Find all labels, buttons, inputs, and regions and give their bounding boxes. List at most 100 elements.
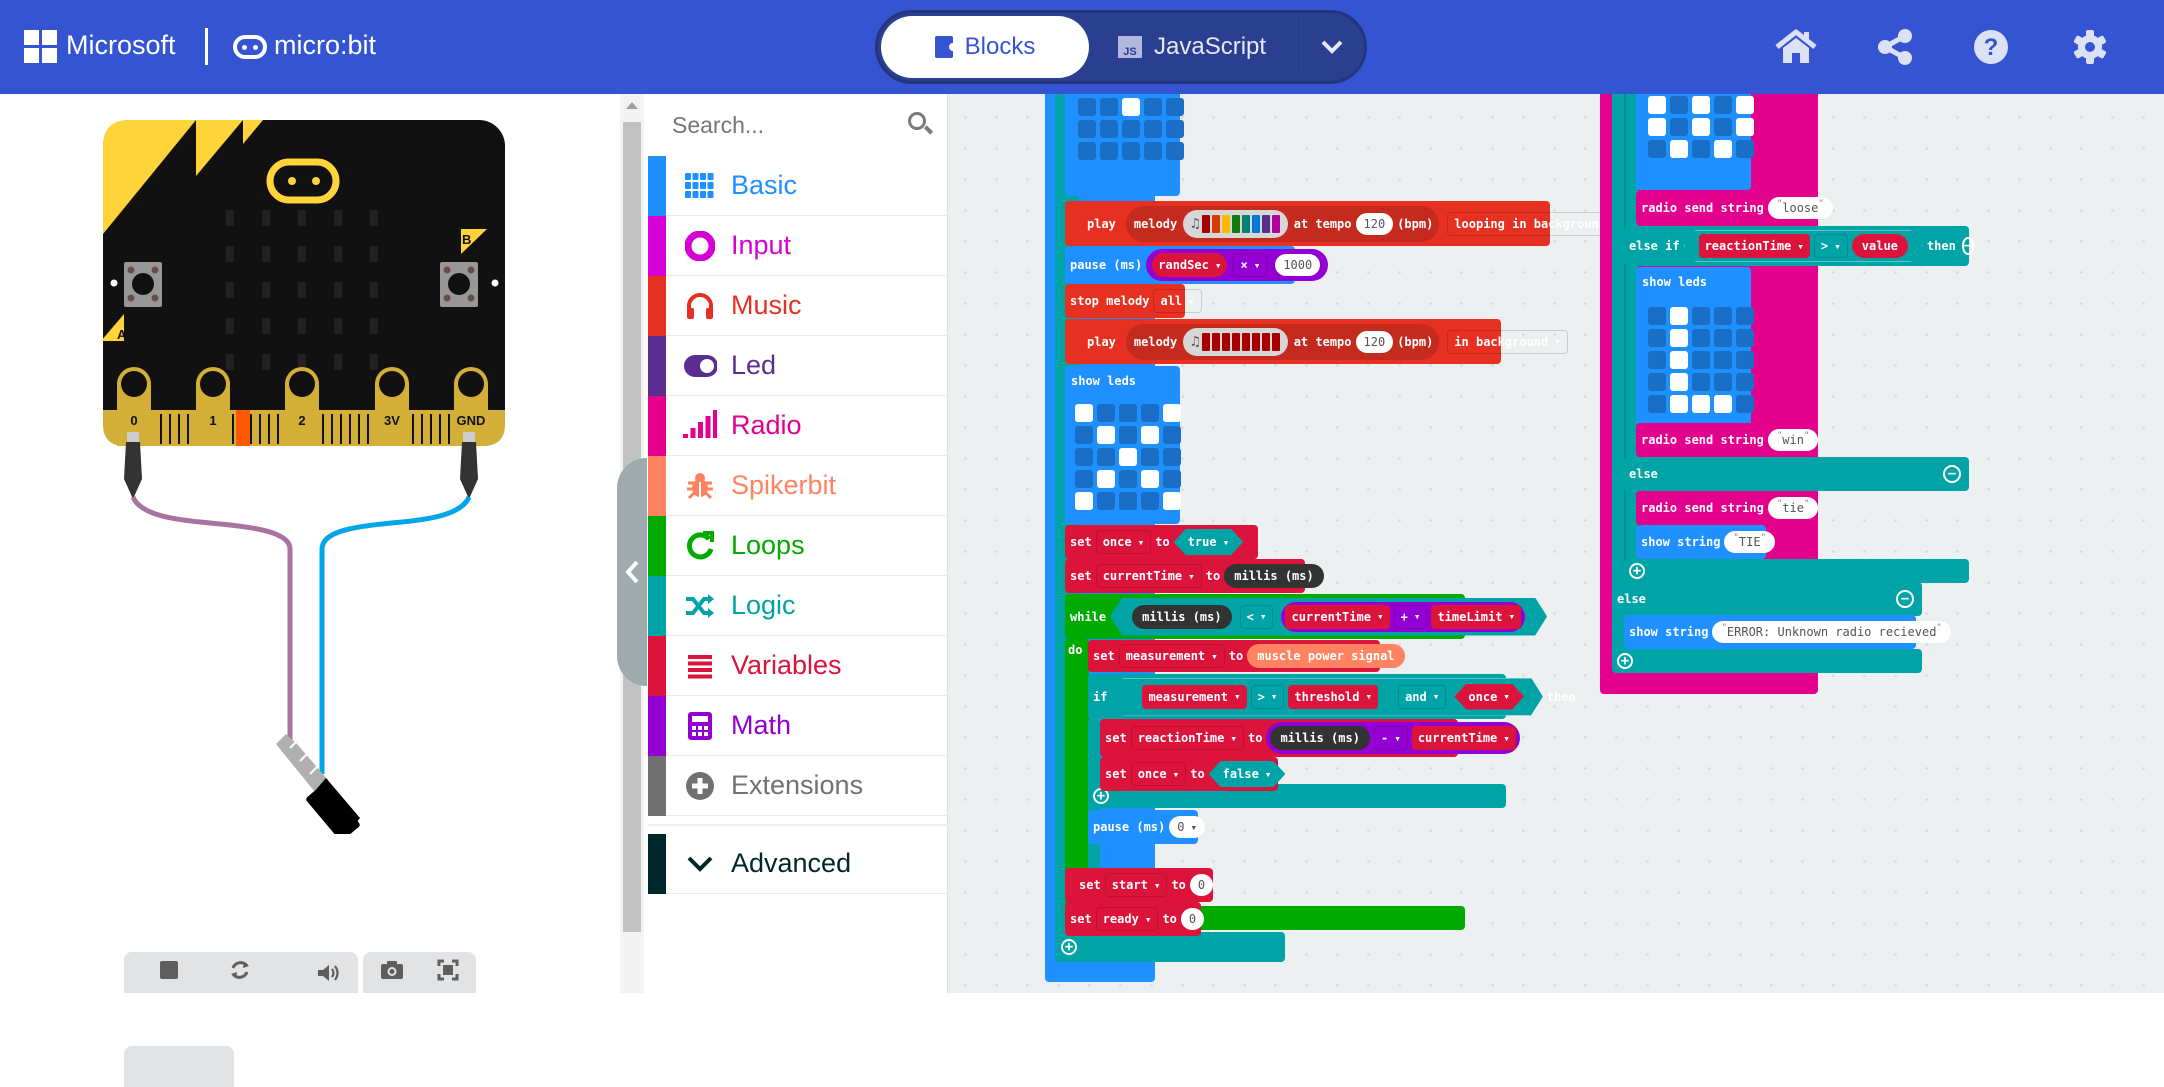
show-string-block[interactable]: show string TIE [1636, 525, 1776, 559]
melody-editor[interactable]: ♫ [1183, 209, 1288, 238]
set-variable-block[interactable]: set measurement to muscle power signal [1088, 640, 1405, 672]
pin-3v[interactable]: 3V [375, 367, 409, 446]
led-toggle[interactable] [1163, 426, 1181, 444]
led-toggle[interactable] [1714, 307, 1732, 325]
category-input[interactable]: Input [648, 216, 948, 276]
led-toggle[interactable] [1119, 448, 1137, 466]
number-input[interactable]: 1000 [1275, 254, 1321, 276]
millis-reporter[interactable]: millis (ms) [1270, 726, 1370, 750]
play-mode-dropdown[interactable]: in background [1447, 329, 1568, 354]
led-toggle[interactable] [1714, 395, 1732, 413]
led-toggle[interactable] [1648, 373, 1666, 391]
variable-dropdown[interactable]: measurement [1118, 644, 1225, 668]
add-branch-icon[interactable]: + [1617, 653, 1633, 669]
millis-reporter[interactable]: millis (ms) [1224, 564, 1324, 588]
led-toggle[interactable] [1119, 492, 1137, 510]
led-toggle[interactable] [1166, 142, 1184, 160]
variable-dropdown[interactable]: once [1130, 762, 1187, 786]
led-toggle[interactable] [1119, 404, 1137, 422]
string-input[interactable]: loose [1767, 197, 1833, 219]
show-leds-block[interactable]: show leds [1636, 267, 1754, 425]
search-icon[interactable] [908, 112, 926, 130]
radio-send-string-block[interactable]: radio send string win [1636, 423, 1819, 457]
number-input[interactable]: 0 [1189, 874, 1214, 896]
led-toggle[interactable] [1736, 96, 1754, 114]
led-toggle[interactable] [1075, 492, 1093, 510]
variable-dropdown[interactable]: threshold [1288, 685, 1378, 709]
collapse-simulator-button[interactable] [617, 458, 647, 686]
led-toggle[interactable] [1122, 142, 1140, 160]
led-toggle[interactable] [1736, 373, 1754, 391]
logic-operator-dropdown[interactable]: and [1398, 685, 1446, 709]
led-toggle[interactable] [1648, 307, 1666, 325]
led-toggle[interactable] [1648, 395, 1666, 413]
search-input[interactable] [672, 111, 892, 139]
comparison-dropdown[interactable]: > [1251, 685, 1285, 709]
value-reporter[interactable]: value [1852, 234, 1908, 258]
led-toggle[interactable] [1670, 96, 1688, 114]
led-toggle[interactable] [1166, 98, 1184, 116]
button-b[interactable] [440, 262, 478, 307]
led-toggle[interactable] [1736, 351, 1754, 369]
led-toggle[interactable] [1692, 395, 1710, 413]
led-toggle[interactable] [1670, 395, 1688, 413]
led-toggle[interactable] [1670, 118, 1688, 136]
led-toggle[interactable] [1670, 140, 1688, 158]
home-button[interactable] [1775, 26, 1817, 68]
category-extensions[interactable]: Extensions [648, 756, 948, 816]
share-button[interactable] [1874, 26, 1916, 68]
led-toggle[interactable] [1144, 98, 1162, 116]
string-input[interactable]: TIE [1724, 531, 1776, 553]
microbit-board[interactable]: A B 0 1 2 3V GND [0, 94, 620, 834]
pin-2[interactable]: 2 [285, 367, 319, 446]
tab-blocks[interactable]: Blocks [881, 16, 1089, 78]
toolbox-search[interactable] [648, 94, 948, 156]
variable-dropdown[interactable]: measurement [1142, 685, 1246, 709]
led-toggle[interactable] [1163, 404, 1181, 422]
stop-melody-block[interactable]: stop melody all [1065, 284, 1202, 318]
led-toggle[interactable] [1141, 426, 1159, 444]
set-variable-block[interactable]: set start to 0 [1065, 868, 1214, 902]
remove-branch-icon[interactable]: − [1896, 590, 1914, 608]
operator-dropdown[interactable]: - [1373, 726, 1408, 750]
radio-send-string-block[interactable]: radio send string loose [1636, 191, 1833, 225]
led-toggle[interactable] [1166, 120, 1184, 138]
duration-dropdown[interactable]: 0 [1169, 816, 1206, 838]
string-input[interactable]: tie [1767, 497, 1819, 519]
led-toggle[interactable] [1097, 426, 1115, 444]
variable-dropdown[interactable]: once [1095, 530, 1152, 554]
while-block[interactable]: while millis (ms) < currentTime + timeLi… [1065, 594, 1465, 639]
settings-button[interactable] [2069, 26, 2111, 68]
string-input[interactable]: ERROR: Unknown radio recieved [1712, 621, 1951, 643]
led-toggle[interactable] [1097, 470, 1115, 488]
set-variable-block[interactable]: set once to true [1065, 525, 1258, 559]
led-toggle[interactable] [1141, 404, 1159, 422]
play-mode-dropdown[interactable]: looping in background [1447, 211, 1626, 236]
add-branch-icon[interactable]: + [1061, 939, 1077, 955]
category-loops[interactable]: Loops [648, 516, 948, 576]
led-toggle[interactable] [1736, 118, 1754, 136]
category-radio[interactable]: Radio [648, 396, 948, 456]
set-variable-block[interactable]: set reactionTime to millis (ms) - curren… [1100, 719, 1520, 757]
show-leds-block[interactable] [1636, 94, 1754, 190]
add-branch-icon[interactable]: + [1629, 563, 1645, 579]
variable-dropdown[interactable]: randSec [1152, 253, 1228, 277]
boolean-dropdown[interactable]: false [1209, 761, 1286, 787]
radio-send-string-block[interactable]: radio send string tie [1636, 491, 1819, 525]
led-grid[interactable] [1078, 94, 1184, 160]
muscle-signal-reporter[interactable]: muscle power signal [1247, 644, 1405, 668]
led-toggle[interactable] [1100, 98, 1118, 116]
led-toggle[interactable] [1692, 96, 1710, 114]
led-toggle[interactable] [1714, 373, 1732, 391]
led-toggle[interactable] [1692, 373, 1710, 391]
scroll-up-arrow-icon[interactable] [626, 102, 638, 109]
led-toggle[interactable] [1648, 96, 1666, 114]
led-toggle[interactable] [1670, 373, 1688, 391]
mode-dropdown-button[interactable] [1298, 16, 1364, 78]
led-toggle[interactable] [1078, 98, 1096, 116]
tempo-input[interactable]: 120 [1355, 330, 1394, 353]
operator-dropdown[interactable]: × [1233, 253, 1268, 277]
variable-dropdown[interactable]: start [1104, 873, 1168, 897]
set-variable-block[interactable]: set currentTime to millis (ms) [1065, 559, 1324, 593]
led-toggle[interactable] [1648, 351, 1666, 369]
